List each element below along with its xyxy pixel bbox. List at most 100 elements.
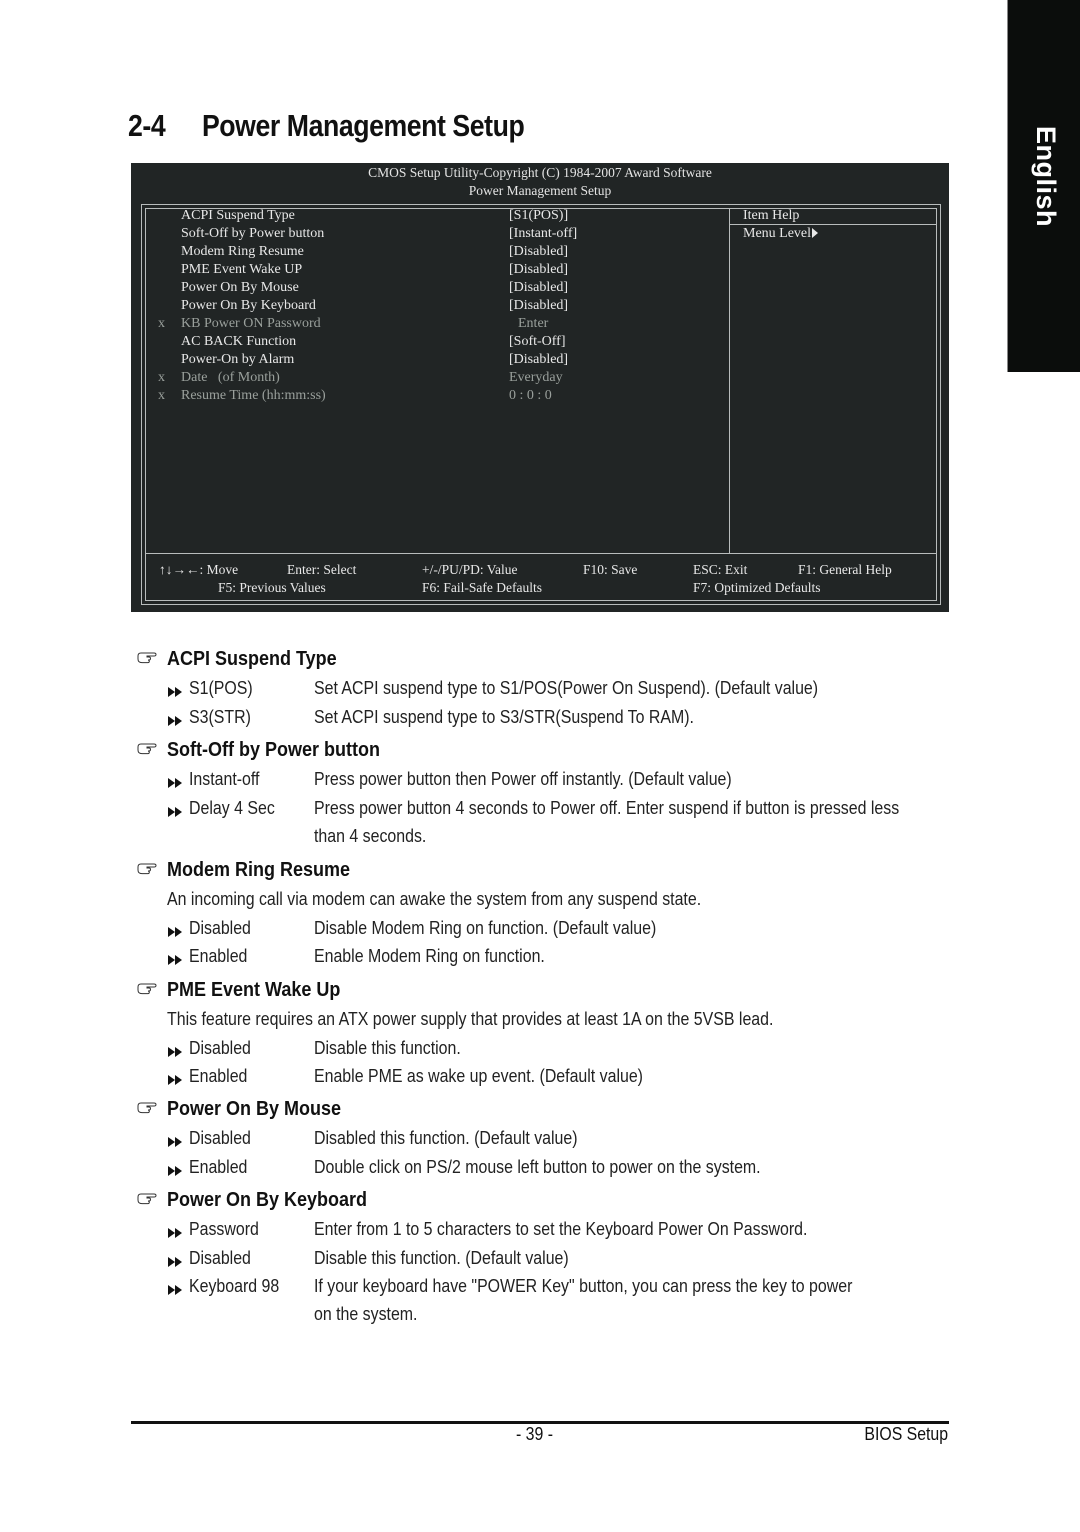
bios-setting-label: Power On By Keyboard xyxy=(181,298,316,313)
pointing-hand-icon xyxy=(137,981,157,997)
section-heading-text: Power On By Mouse xyxy=(167,1098,342,1120)
section-heading-text: ACPI Suspend Type xyxy=(167,648,337,670)
option-description: Disabled this function. (Default value) xyxy=(314,1127,578,1148)
bios-setting-value: 0 : 0 : 0 xyxy=(509,388,552,403)
disabled-mark: x xyxy=(158,388,165,403)
option-name: Delay 4 Sec xyxy=(189,796,275,818)
option-name: Password xyxy=(189,1218,259,1239)
option-description: Press power button then Power off instan… xyxy=(314,768,732,789)
double-arrow-icon xyxy=(167,921,183,943)
triangle-right-icon xyxy=(812,228,819,238)
double-arrow-icon xyxy=(167,1160,183,1182)
bios-setting-label: Date (of Month) xyxy=(181,370,280,385)
bios-screen: CMOS Setup Utility-Copyright (C) 1984-20… xyxy=(131,163,949,612)
pointing-hand-icon xyxy=(137,1191,157,1207)
key-previous-values: F5: Previous Values xyxy=(218,580,326,595)
key-move: ↑↓→←: Move xyxy=(159,562,239,577)
key-general-help: F1: General Help xyxy=(798,562,892,577)
bios-setting-value: Everyday xyxy=(509,370,563,385)
option-description: Enable Modem Ring on function. xyxy=(314,945,545,966)
chapter-name: BIOS Setup xyxy=(864,1424,948,1444)
bios-setting-value[interactable]: [Disabled] xyxy=(509,351,568,369)
option-description: Enter from 1 to 5 characters to set the … xyxy=(314,1218,808,1239)
bios-keys-divider xyxy=(145,553,937,554)
option-name: Enabled xyxy=(189,1065,248,1086)
option-name: Enabled xyxy=(189,1155,248,1177)
bios-menu-title: Power Management Setup xyxy=(468,183,612,198)
bios-setting-value[interactable]: [Soft-Off] xyxy=(509,333,566,351)
option-description: Set ACPI suspend type to S3/STR(Suspend … xyxy=(314,705,694,727)
bios-setting-label: PME Event Wake UP xyxy=(181,262,303,277)
bios-setting-label: Power On By Mouse xyxy=(181,280,299,295)
bios-setting-value[interactable]: [Disabled] xyxy=(509,297,568,315)
section-heading-text: PME Event Wake Up xyxy=(167,979,341,1001)
key-select: Enter: Select xyxy=(287,562,357,577)
double-arrow-icon xyxy=(167,681,183,703)
double-arrow-icon xyxy=(167,1069,183,1091)
disabled-mark: x xyxy=(158,370,165,385)
pointing-hand-icon xyxy=(137,741,157,757)
menu-level-label: Menu Level xyxy=(743,226,812,241)
bios-setting-value[interactable]: [Disabled] xyxy=(509,279,568,297)
key-failsafe-defaults: F6: Fail-Safe Defaults xyxy=(422,580,542,595)
option-name: Instant-off xyxy=(189,768,260,789)
double-arrow-icon xyxy=(167,1041,183,1063)
option-description-continued: on the system. xyxy=(314,1303,418,1324)
double-arrow-icon xyxy=(167,772,183,794)
item-help-title: Item Help xyxy=(743,208,800,223)
option-description-continued: than 4 seconds. xyxy=(314,824,427,846)
option-name: S3(STR) xyxy=(189,705,251,727)
section-heading-text: Power On By Keyboard xyxy=(167,1189,368,1211)
double-arrow-icon xyxy=(167,1279,183,1301)
key-exit: ESC: Exit xyxy=(693,562,748,577)
bios-copyright: CMOS Setup Utility-Copyright (C) 1984-20… xyxy=(368,165,712,180)
bios-setting-label: Modem Ring Resume xyxy=(181,244,304,259)
option-description: Set ACPI suspend type to S1/POS(Power On… xyxy=(314,677,819,698)
option-description: Press power button 4 seconds to Power of… xyxy=(314,796,900,818)
option-description: Enable PME as wake up event. (Default va… xyxy=(314,1065,643,1086)
bios-setting-value[interactable]: [Disabled] xyxy=(509,261,568,279)
language-tab-label: English xyxy=(1031,126,1061,228)
key-save: F10: Save xyxy=(583,562,638,577)
option-name: Keyboard 98 xyxy=(189,1275,280,1296)
option-name: Disabled xyxy=(189,1246,251,1268)
bios-setting-value[interactable]: [S1(POS)] xyxy=(509,207,568,225)
double-arrow-icon xyxy=(167,710,183,732)
bios-setting-value[interactable]: [Disabled] xyxy=(509,243,568,261)
option-name: Disabled xyxy=(189,1036,251,1058)
option-description: Disable this function. xyxy=(314,1036,461,1058)
option-description: Double click on PS/2 mouse left button t… xyxy=(314,1155,761,1177)
double-arrow-icon xyxy=(167,1222,183,1244)
section-heading-text: Modem Ring Resume xyxy=(167,859,351,881)
bios-setting-label: Soft-Off by Power button xyxy=(181,226,325,241)
bios-setting-label: ACPI Suspend Type xyxy=(181,208,295,223)
double-arrow-icon xyxy=(167,949,183,971)
section-intro: An incoming call via modem can awake the… xyxy=(167,888,702,909)
section-title: Power Management Setup xyxy=(201,108,525,143)
bios-setting-label: Power-On by Alarm xyxy=(181,352,295,367)
pointing-hand-icon xyxy=(137,650,157,666)
double-arrow-icon xyxy=(167,801,183,823)
page-number: - 39 - xyxy=(516,1424,553,1444)
double-arrow-icon xyxy=(167,1131,183,1153)
option-name: Disabled xyxy=(189,1127,251,1148)
option-name: Disabled xyxy=(189,916,251,938)
key-value: +/-/PU/PD: Value xyxy=(422,562,518,577)
section-intro: This feature requires an ATX power suppl… xyxy=(167,1008,774,1029)
pointing-hand-icon xyxy=(137,1100,157,1116)
language-tab: English xyxy=(1007,0,1080,372)
bios-help-divider xyxy=(729,208,730,553)
bios-setting-label: KB Power ON Password xyxy=(181,316,321,331)
key-optimized-defaults: F7: Optimized Defaults xyxy=(693,580,821,595)
option-description: Disable Modem Ring on function. (Default… xyxy=(314,916,657,938)
bios-setting-value[interactable]: [Instant-off] xyxy=(509,225,577,243)
section-number: 2-4 xyxy=(128,108,166,143)
disabled-mark: x xyxy=(158,316,165,331)
bios-setting-label: Resume Time (hh:mm:ss) xyxy=(181,388,326,403)
menu-level: Menu Level xyxy=(743,225,819,243)
page-title: 2-4 Power Management Setup xyxy=(128,108,525,144)
option-description: Disable this function. (Default value) xyxy=(314,1246,569,1268)
option-name: S1(POS) xyxy=(189,677,253,698)
double-arrow-icon xyxy=(167,1251,183,1273)
option-description: If your keyboard have "POWER Key" button… xyxy=(314,1275,853,1296)
